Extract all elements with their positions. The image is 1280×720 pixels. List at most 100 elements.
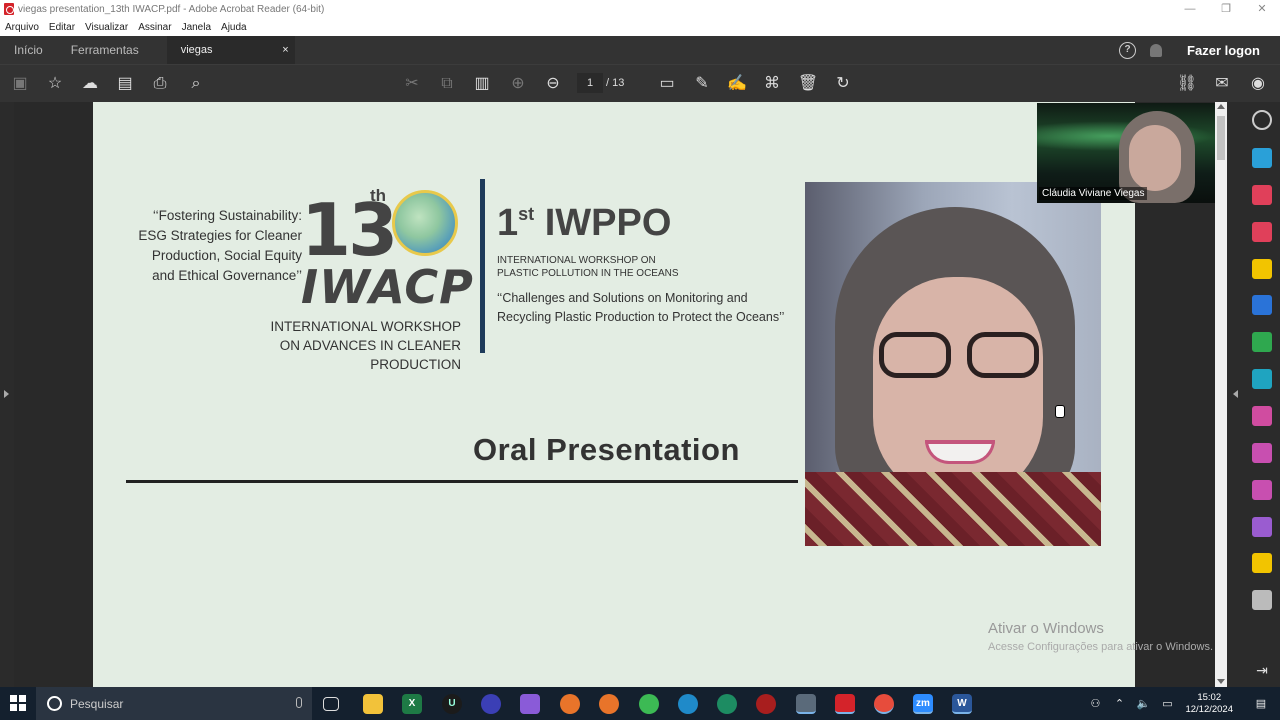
login-button[interactable]: Fazer logon — [1187, 43, 1260, 58]
maximize-button[interactable]: ❐ — [1208, 0, 1244, 18]
edit-pdf-icon[interactable] — [1252, 443, 1272, 463]
app-icon-purple[interactable] — [520, 694, 540, 714]
minimize-button[interactable]: — — [1172, 0, 1208, 18]
create-pdf-icon[interactable] — [1252, 148, 1272, 168]
upload-cloud-icon[interactable]: ☁ — [79, 73, 101, 95]
zoom-search-icon[interactable] — [1252, 110, 1272, 130]
bell-icon[interactable] — [1150, 43, 1163, 57]
scroll-up-icon[interactable] — [1217, 104, 1225, 109]
oral-presentation-heading: Oral Presentation — [473, 432, 740, 467]
collapse-panel-icon[interactable]: ⇥ — [1252, 660, 1272, 680]
copy-icon[interactable]: ⧉ — [436, 73, 458, 95]
more-tools-icon[interactable] — [1252, 590, 1272, 610]
clock[interactable]: 15:02 12/12/2024 — [1185, 692, 1233, 716]
account-icon[interactable]: ◉ — [1247, 73, 1269, 95]
page-down-icon[interactable]: ⊖ — [542, 73, 564, 95]
menu-editar[interactable]: Editar — [44, 22, 80, 33]
export-pdf-icon[interactable] — [1252, 222, 1272, 242]
zoom-icon[interactable]: ⌕ — [185, 73, 207, 95]
export-excel-icon[interactable] — [1252, 332, 1272, 352]
menu-janela[interactable]: Janela — [177, 22, 216, 33]
chrome-icon[interactable] — [639, 694, 659, 714]
scroll-thumb[interactable] — [1217, 116, 1225, 160]
app-icon-green[interactable] — [717, 694, 737, 714]
edge-icon[interactable] — [678, 694, 698, 714]
highlight-pen-icon[interactable]: ✎ — [691, 73, 713, 95]
menu-assinar[interactable]: Assinar — [133, 22, 176, 33]
menu-visualizar[interactable]: Visualizar — [80, 22, 133, 33]
network-icon[interactable]: ▭ — [1160, 698, 1174, 710]
protect-pdf-icon[interactable] — [1252, 480, 1272, 500]
iwppo-ordinal: st — [518, 204, 535, 224]
delete-icon[interactable]: 🗑 — [797, 73, 819, 95]
volume-icon[interactable]: 🔈 — [1136, 698, 1151, 710]
menu-arquivo[interactable]: Arquivo — [0, 22, 44, 33]
comment-tool-icon[interactable] — [1252, 259, 1272, 279]
vertical-scrollbar[interactable] — [1215, 102, 1227, 687]
combine-files-icon[interactable] — [1252, 295, 1272, 315]
window-controls: — ❐ ✕ — [1172, 0, 1280, 18]
expand-left-icon — [4, 390, 9, 398]
file-explorer-icon[interactable] — [363, 694, 383, 714]
acrobat-taskbar-icon[interactable] — [835, 694, 855, 714]
draw-icon[interactable]: ✍ — [726, 73, 748, 95]
microphone-icon[interactable] — [296, 697, 302, 708]
scan-icon[interactable] — [1252, 369, 1272, 389]
zoom-app-icon[interactable]: zm — [913, 694, 933, 714]
windows-start-icon[interactable] — [10, 695, 26, 711]
app-icon-red[interactable] — [756, 694, 776, 714]
presenter-photo — [805, 182, 1101, 546]
collapse-right-icon[interactable] — [1233, 390, 1238, 398]
word-icon[interactable]: W — [952, 694, 972, 714]
close-button[interactable]: ✕ — [1244, 0, 1280, 18]
stamp-icon[interactable]: ⌘ — [761, 73, 783, 95]
photo-glasses — [879, 332, 1039, 382]
left-panel-toggle[interactable] — [0, 102, 14, 687]
link-icon[interactable]: ⛓ — [1176, 73, 1198, 95]
tab-home[interactable]: Início — [0, 36, 57, 64]
tab-close-icon[interactable]: × — [282, 36, 288, 64]
tab-document[interactable]: viegas presentation... × — [166, 36, 295, 84]
request-signature-icon[interactable] — [1252, 517, 1272, 537]
excel-icon[interactable]: X — [402, 694, 422, 714]
tab-tools[interactable]: Ferramentas — [57, 36, 153, 64]
chevron-up-icon[interactable]: ⌃ — [1112, 698, 1126, 710]
chrome-active-icon[interactable] — [874, 694, 894, 714]
app-icon-blue[interactable] — [481, 694, 501, 714]
video-participant-tile[interactable]: Cláudia Viviane Viegas — [1037, 103, 1215, 203]
taskbar-search[interactable]: Pesquisar — [36, 687, 312, 720]
page-number-input[interactable]: 1 — [577, 73, 603, 93]
fill-sign-icon[interactable] — [1252, 406, 1272, 426]
save-icon[interactable]: ▣ — [9, 73, 31, 95]
send-file-icon[interactable] — [1252, 553, 1272, 573]
cut-icon[interactable]: ✂ — [401, 73, 423, 95]
email-icon[interactable]: ✉ — [1211, 73, 1233, 95]
scroll-down-icon[interactable] — [1217, 679, 1225, 684]
notifications-icon[interactable]: ▤ — [1254, 698, 1268, 710]
rotate-icon[interactable]: ↻ — [832, 73, 854, 95]
clock-date: 12/12/2024 — [1185, 703, 1233, 715]
iwacp-sub-line1: INTERNATIONAL WORKSHOP — [270, 319, 461, 334]
clipboard-icon[interactable]: ▥ — [471, 73, 493, 95]
title-bar: viegas presentation_13th IWACP.pdf - Ado… — [0, 0, 1280, 18]
help-icon[interactable]: ? — [1119, 41, 1137, 59]
firefox-icon-2[interactable] — [599, 694, 619, 714]
print-icon[interactable]: ⎙ — [149, 73, 171, 95]
upwork-icon[interactable]: U — [442, 694, 462, 714]
firefox-icon[interactable] — [560, 694, 580, 714]
window-title: viegas presentation_13th IWACP.pdf - Ado… — [18, 3, 325, 15]
star-icon[interactable]: ☆ — [44, 73, 66, 95]
acrobat-icon — [4, 3, 14, 15]
document-viewer[interactable]: ‘‘Fostering Sustainability: ESG Strategi… — [14, 102, 1215, 687]
menu-ajuda[interactable]: Ajuda — [216, 22, 252, 33]
task-view-icon[interactable] — [323, 697, 339, 711]
people-icon[interactable]: ⚇ — [1088, 698, 1102, 710]
iwacp-full-name: INTERNATIONAL WORKSHOP ON ADVANCES IN CL… — [193, 317, 461, 374]
page-up-icon[interactable]: ⊕ — [507, 73, 529, 95]
remote-desktop-icon[interactable] — [796, 694, 816, 714]
system-tray: ⚇ ⌃ 🔈 ▭ 15:02 12/12/2024 ▤ — [1083, 687, 1280, 720]
document-search-icon[interactable]: ▤ — [114, 73, 136, 95]
comment-icon[interactable]: ▭ — [656, 73, 678, 95]
organize-pages-icon[interactable] — [1252, 185, 1272, 205]
slide-page: ‘‘Fostering Sustainability: ESG Strategi… — [93, 102, 1135, 687]
